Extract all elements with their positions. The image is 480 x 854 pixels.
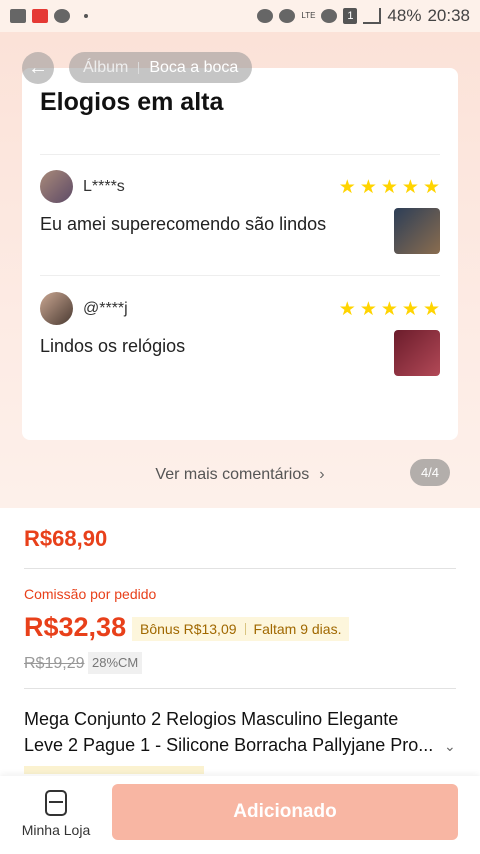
product-price: R$68,90 — [24, 526, 108, 551]
old-commission: R$19,29 — [24, 655, 85, 672]
sim-indicator: 1 — [343, 8, 358, 24]
product-title-line2: Leve 2 Pague 1 - Silicone Borracha Pally… — [24, 735, 434, 755]
page-indicator: 4/4 — [410, 459, 450, 486]
wifi-icon — [321, 9, 338, 23]
gallery-icon — [10, 9, 26, 23]
network-type: LTE — [301, 11, 316, 20]
review-text: Lindos os relógios — [40, 336, 186, 356]
alarm-icon — [257, 9, 274, 23]
card-title: Elogios em alta — [40, 88, 224, 116]
rating-stars: ★ ★ ★ ★ ★ — [339, 300, 440, 319]
tab-boca-a-boca[interactable]: Boca a boca — [149, 59, 238, 77]
divider — [24, 688, 456, 689]
clock-time: 20:38 — [427, 6, 470, 25]
signal-icon — [363, 8, 382, 24]
rating-stars: ★ ★ ★ ★ ★ — [339, 178, 440, 197]
bottom-bar: Minha Loja Adicionado — [0, 776, 480, 854]
reviews-card: Elogios em alta L****s ★ ★ ★ ★ ★ Eu amei sup… — [22, 68, 458, 440]
clock-icon — [279, 9, 296, 23]
back-button[interactable]: ← — [22, 52, 54, 84]
star-icon: ★ — [338, 299, 356, 320]
commission-value: R$32,38 — [24, 612, 127, 642]
star-icon: ★ — [422, 299, 440, 320]
avatar — [40, 292, 73, 325]
status-bar: LTE 1 48% 20:38 — [0, 0, 480, 32]
bonus-badge: Bônus R$13,09 Faltam 9 dias. — [132, 617, 350, 641]
star-icon: ★ — [422, 177, 440, 198]
product-title[interactable]: Mega Conjunto 2 Relogios Masculino Elega… — [24, 706, 444, 758]
shopee-icon — [32, 9, 48, 23]
arrow-left-icon: ← — [28, 56, 48, 79]
star-icon: ★ — [401, 299, 419, 320]
product-title-line1: Mega Conjunto 2 Relogios Masculino Elega… — [24, 709, 399, 729]
review-item: @****j ★ ★ ★ ★ ★ Lindos os relógios — [40, 292, 440, 402]
star-icon: ★ — [401, 177, 419, 198]
star-icon: ★ — [380, 177, 398, 198]
battery-level: 48% — [387, 6, 422, 25]
star-icon: ★ — [338, 177, 356, 198]
reviewer-name: @****j — [83, 300, 128, 317]
review-item: L****s ★ ★ ★ ★ ★ Eu amei superecomendo são l… — [40, 170, 440, 280]
remaining-days: Faltam 9 dias. — [253, 621, 342, 637]
see-more-label: Ver mais comentários — [155, 466, 310, 483]
divider — [24, 568, 456, 569]
divider — [40, 275, 440, 276]
badge-divider — [244, 623, 246, 635]
my-store-button[interactable]: Minha Loja — [20, 790, 92, 838]
sales-tag-peek — [24, 766, 204, 774]
breadcrumb-divider — [138, 61, 140, 74]
my-store-label: Minha Loja — [21, 822, 91, 838]
dot-icon — [84, 14, 88, 18]
divider — [40, 154, 440, 155]
star-icon: ★ — [359, 299, 377, 320]
review-photo[interactable] — [394, 208, 440, 254]
review-text: Eu amei superecomendo são lindos — [40, 214, 327, 234]
star-icon: ★ — [359, 177, 377, 198]
reviewer-name: L****s — [83, 178, 125, 195]
star-icon: ★ — [380, 299, 398, 320]
chevron-down-icon[interactable]: ⌄ — [444, 738, 456, 755]
see-more-comments-link[interactable]: Ver mais comentários › — [0, 466, 480, 484]
messenger-icon — [54, 9, 70, 23]
commission-label: Comissão por pedido — [24, 586, 157, 602]
chevron-right-icon: › — [319, 466, 325, 483]
added-button[interactable]: Adicionado — [112, 784, 458, 840]
avatar — [40, 170, 73, 203]
breadcrumb: Álbum Boca a boca — [69, 52, 253, 83]
store-icon — [45, 790, 67, 816]
review-photo[interactable] — [394, 330, 440, 376]
bonus-text: Bônus R$13,09 — [140, 621, 237, 637]
commission-rate-badge: 28%CM — [88, 652, 143, 674]
tab-album[interactable]: Álbum — [83, 59, 128, 77]
